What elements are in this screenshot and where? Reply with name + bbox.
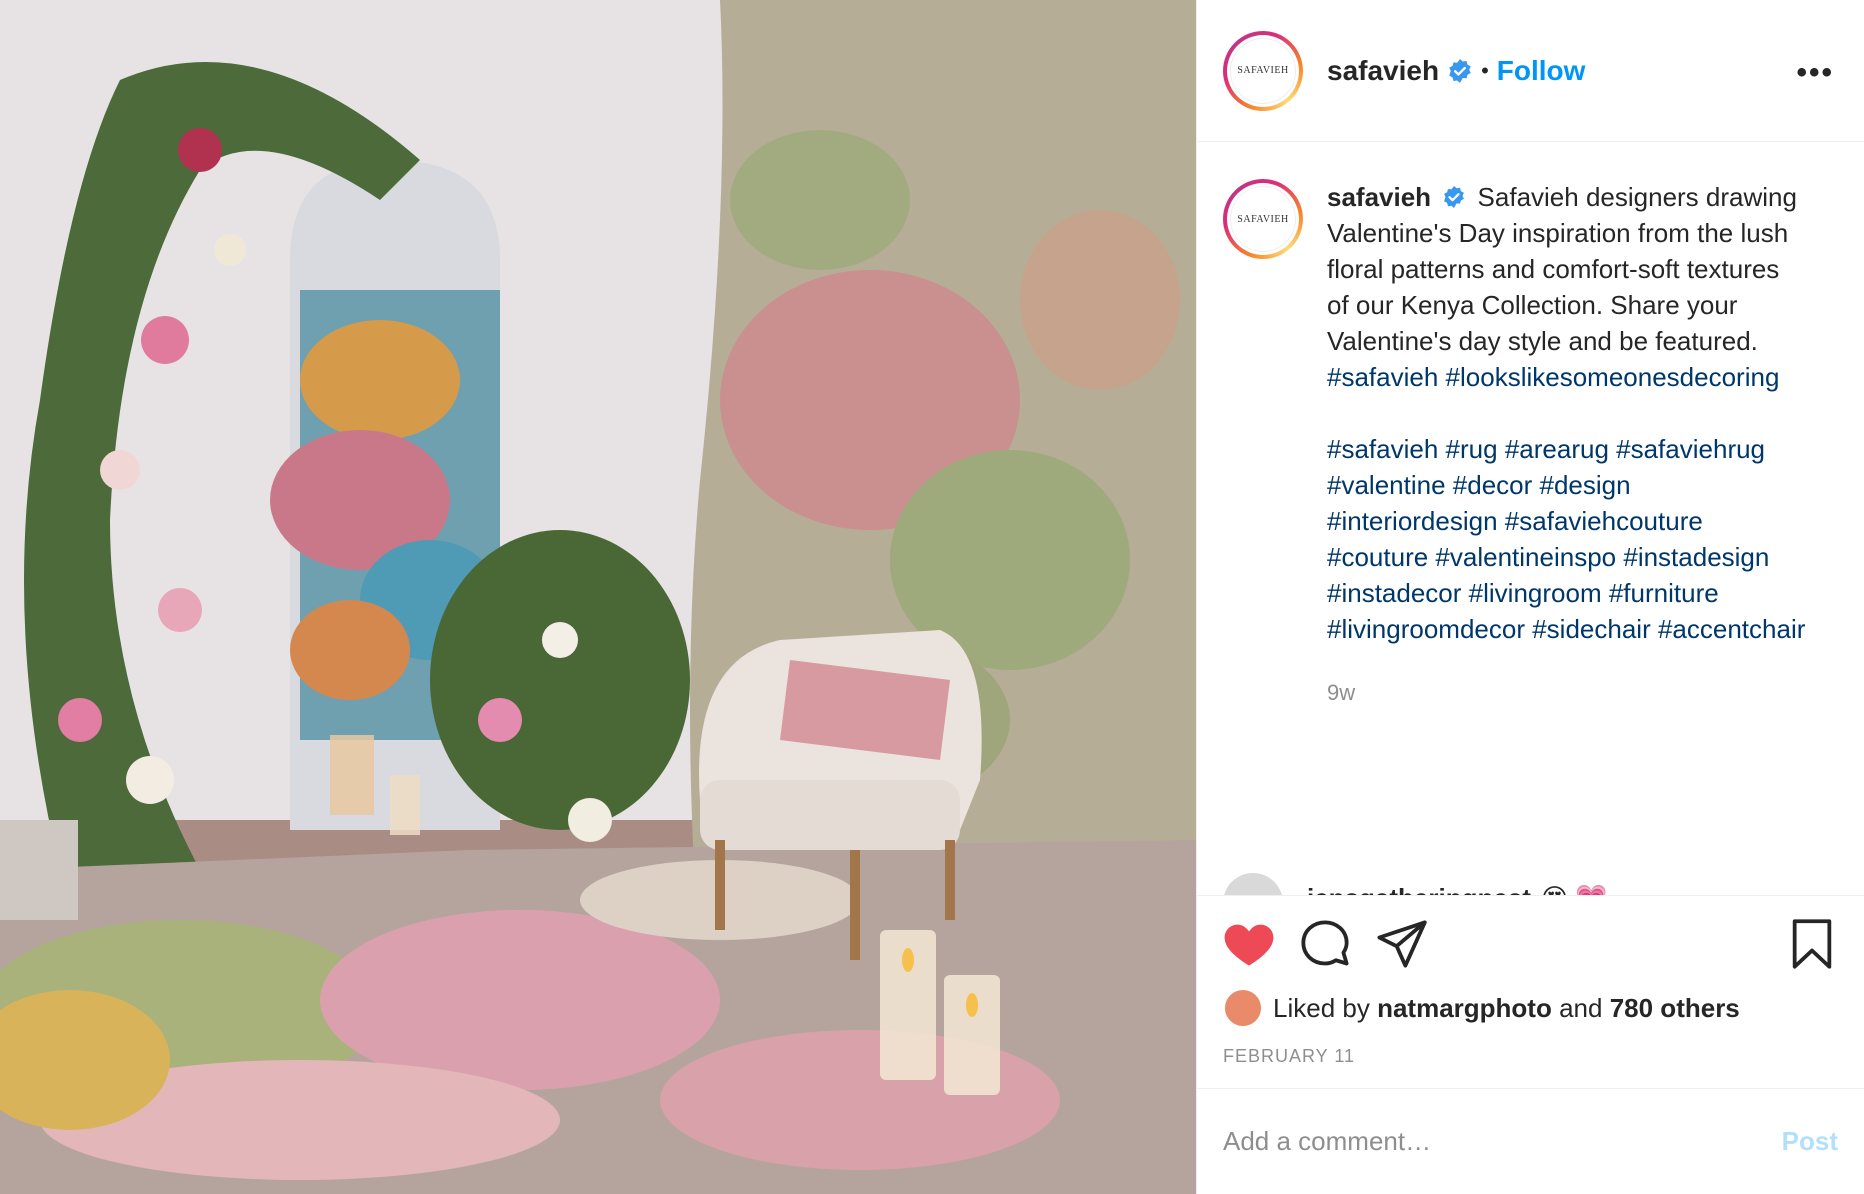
caption-body: safavieh Safavieh designers drawing Vale… xyxy=(1327,179,1807,711)
post-date[interactable]: FEBRUARY 11 xyxy=(1223,1046,1838,1067)
liker-avatar[interactable] xyxy=(1223,988,1263,1028)
hashtag-link[interactable]: #design xyxy=(1540,470,1631,500)
action-bar: Liked by natmargphoto and 780 others FEB… xyxy=(1197,895,1864,1095)
hashtag-link[interactable]: #safavieh xyxy=(1327,362,1438,392)
hashtag-link[interactable]: #livingroom xyxy=(1469,578,1602,608)
hashtag-link[interactable]: #furniture xyxy=(1609,578,1719,608)
comments-section: SAFAVIEH safavieh Safavieh designers dra… xyxy=(1197,143,1864,895)
hashtag-link[interactable]: #safaviehcouture xyxy=(1505,506,1703,536)
separator-dot: • xyxy=(1481,57,1489,83)
follow-button[interactable]: Follow xyxy=(1497,55,1586,87)
hashtag-link[interactable]: #lookslikesomeonesdecoring xyxy=(1446,362,1780,392)
post-sidebar: SAFAVIEH safavieh • Follow ••• SAFAVIEH … xyxy=(1196,0,1864,1194)
username-link[interactable]: safavieh xyxy=(1327,55,1439,87)
hashtag-link[interactable]: #arearug xyxy=(1505,434,1609,464)
hashtag-link[interactable]: #sidechair xyxy=(1532,614,1651,644)
comment-icon[interactable] xyxy=(1299,918,1351,970)
hashtag-link[interactable]: #valentineinspo xyxy=(1435,542,1616,572)
hashtag-link[interactable]: #instadecor xyxy=(1327,578,1461,608)
verified-badge-icon xyxy=(1449,58,1471,83)
instagram-post: SAFAVIEH safavieh • Follow ••• SAFAVIEH … xyxy=(0,0,1864,1194)
bookmark-icon[interactable] xyxy=(1786,918,1838,970)
more-options-icon[interactable]: ••• xyxy=(1796,56,1834,90)
hashtag-link[interactable]: #valentine xyxy=(1327,470,1446,500)
likes-summary: Liked by natmargphoto and 780 others xyxy=(1223,988,1838,1028)
hashtag-link[interactable]: #interiordesign xyxy=(1327,506,1498,536)
caption-avatar-logo: SAFAVIEH xyxy=(1230,186,1296,252)
comment-item: jensgatheringnest 😍 💗 xyxy=(1223,873,1608,895)
caption-username[interactable]: safavieh xyxy=(1327,182,1431,212)
comment-text: 😍 💗 xyxy=(1541,883,1608,895)
heart-filled-icon[interactable] xyxy=(1223,918,1275,970)
likes-prefix: Liked by xyxy=(1273,992,1370,1023)
avatar-logo: SAFAVIEH xyxy=(1230,37,1296,104)
hashtag-link[interactable]: #accentchair xyxy=(1658,614,1805,644)
share-icon[interactable] xyxy=(1375,918,1427,970)
commenter-avatar[interactable] xyxy=(1223,873,1283,895)
liker-username[interactable]: natmargphoto xyxy=(1377,993,1552,1024)
post-comment-button[interactable]: Post xyxy=(1782,1126,1838,1157)
hashtag-link[interactable]: #safavieh xyxy=(1327,434,1438,464)
comment-input[interactable] xyxy=(1223,1126,1782,1157)
verified-badge-icon xyxy=(1444,186,1465,208)
hashtag-link[interactable]: #rug xyxy=(1446,434,1498,464)
photo-image xyxy=(0,0,1196,1194)
post-age[interactable]: 9w xyxy=(1327,675,1807,711)
hashtag-link[interactable]: #couture xyxy=(1327,542,1428,572)
post-photo[interactable] xyxy=(0,0,1196,1194)
add-comment-bar: Post xyxy=(1197,1088,1864,1194)
post-header: SAFAVIEH safavieh • Follow ••• xyxy=(1197,0,1864,142)
likes-count[interactable]: 780 others xyxy=(1610,993,1740,1024)
caption-avatar[interactable]: SAFAVIEH xyxy=(1223,179,1303,259)
hashtag-link[interactable]: #safaviehrug xyxy=(1616,434,1765,464)
hashtag-link[interactable]: #livingroomdecor xyxy=(1327,614,1525,644)
likes-middle: and xyxy=(1559,992,1603,1023)
hashtag-link[interactable]: #decor xyxy=(1453,470,1533,500)
comment-username[interactable]: jensgatheringnest xyxy=(1307,883,1531,895)
hashtag-link[interactable]: #instadesign xyxy=(1623,542,1769,572)
avatar[interactable]: SAFAVIEH xyxy=(1223,30,1303,111)
caption: SAFAVIEH safavieh Safavieh designers dra… xyxy=(1223,179,1838,711)
